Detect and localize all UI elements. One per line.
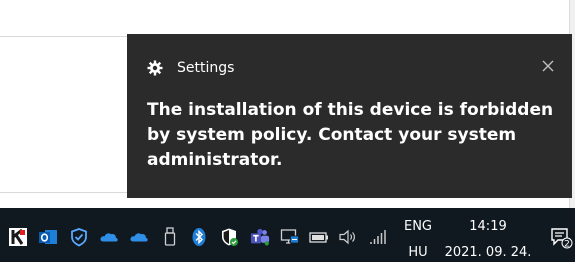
toast-app-name: Settings bbox=[177, 60, 235, 76]
language-secondary: HU bbox=[408, 245, 428, 260]
clock-time: 14:19 bbox=[469, 219, 507, 234]
usb-drive-icon[interactable] bbox=[160, 227, 180, 247]
security-shield-icon[interactable] bbox=[219, 227, 239, 247]
toast-header: Settings bbox=[147, 57, 234, 79]
divider bbox=[0, 192, 128, 193]
battery-icon[interactable] bbox=[309, 227, 329, 247]
notification-icon: 2 bbox=[551, 228, 573, 250]
gear-icon bbox=[147, 60, 163, 76]
outlook-icon[interactable] bbox=[38, 227, 58, 247]
defender-shield-icon[interactable] bbox=[69, 227, 89, 247]
toast-message: The installation of this device is forbi… bbox=[147, 100, 554, 170]
k-app-icon[interactable] bbox=[8, 227, 28, 247]
close-icon[interactable] bbox=[540, 58, 556, 74]
clock[interactable]: 14:19 2021. 09. 24. bbox=[443, 217, 533, 263]
taskbar: ENG HU 14:19 2021. 09. 24. 2 bbox=[0, 208, 575, 262]
onedrive-icon[interactable] bbox=[129, 227, 149, 247]
language-indicator[interactable]: ENG HU bbox=[398, 217, 438, 263]
teams-icon[interactable] bbox=[250, 227, 270, 247]
toast-notification[interactable]: Settings The installation of this device… bbox=[127, 34, 572, 198]
clock-date: 2021. 09. 24. bbox=[444, 245, 532, 260]
volume-icon[interactable] bbox=[338, 227, 358, 247]
notification-count: 2 bbox=[564, 240, 570, 250]
onedrive-icon[interactable] bbox=[99, 227, 119, 247]
bluetooth-icon[interactable] bbox=[189, 227, 209, 247]
wifi-icon[interactable] bbox=[368, 227, 388, 247]
divider bbox=[0, 36, 128, 37]
action-center-button[interactable]: 2 bbox=[549, 225, 573, 250]
language-primary: ENG bbox=[403, 219, 432, 234]
display-network-icon[interactable] bbox=[280, 227, 300, 247]
